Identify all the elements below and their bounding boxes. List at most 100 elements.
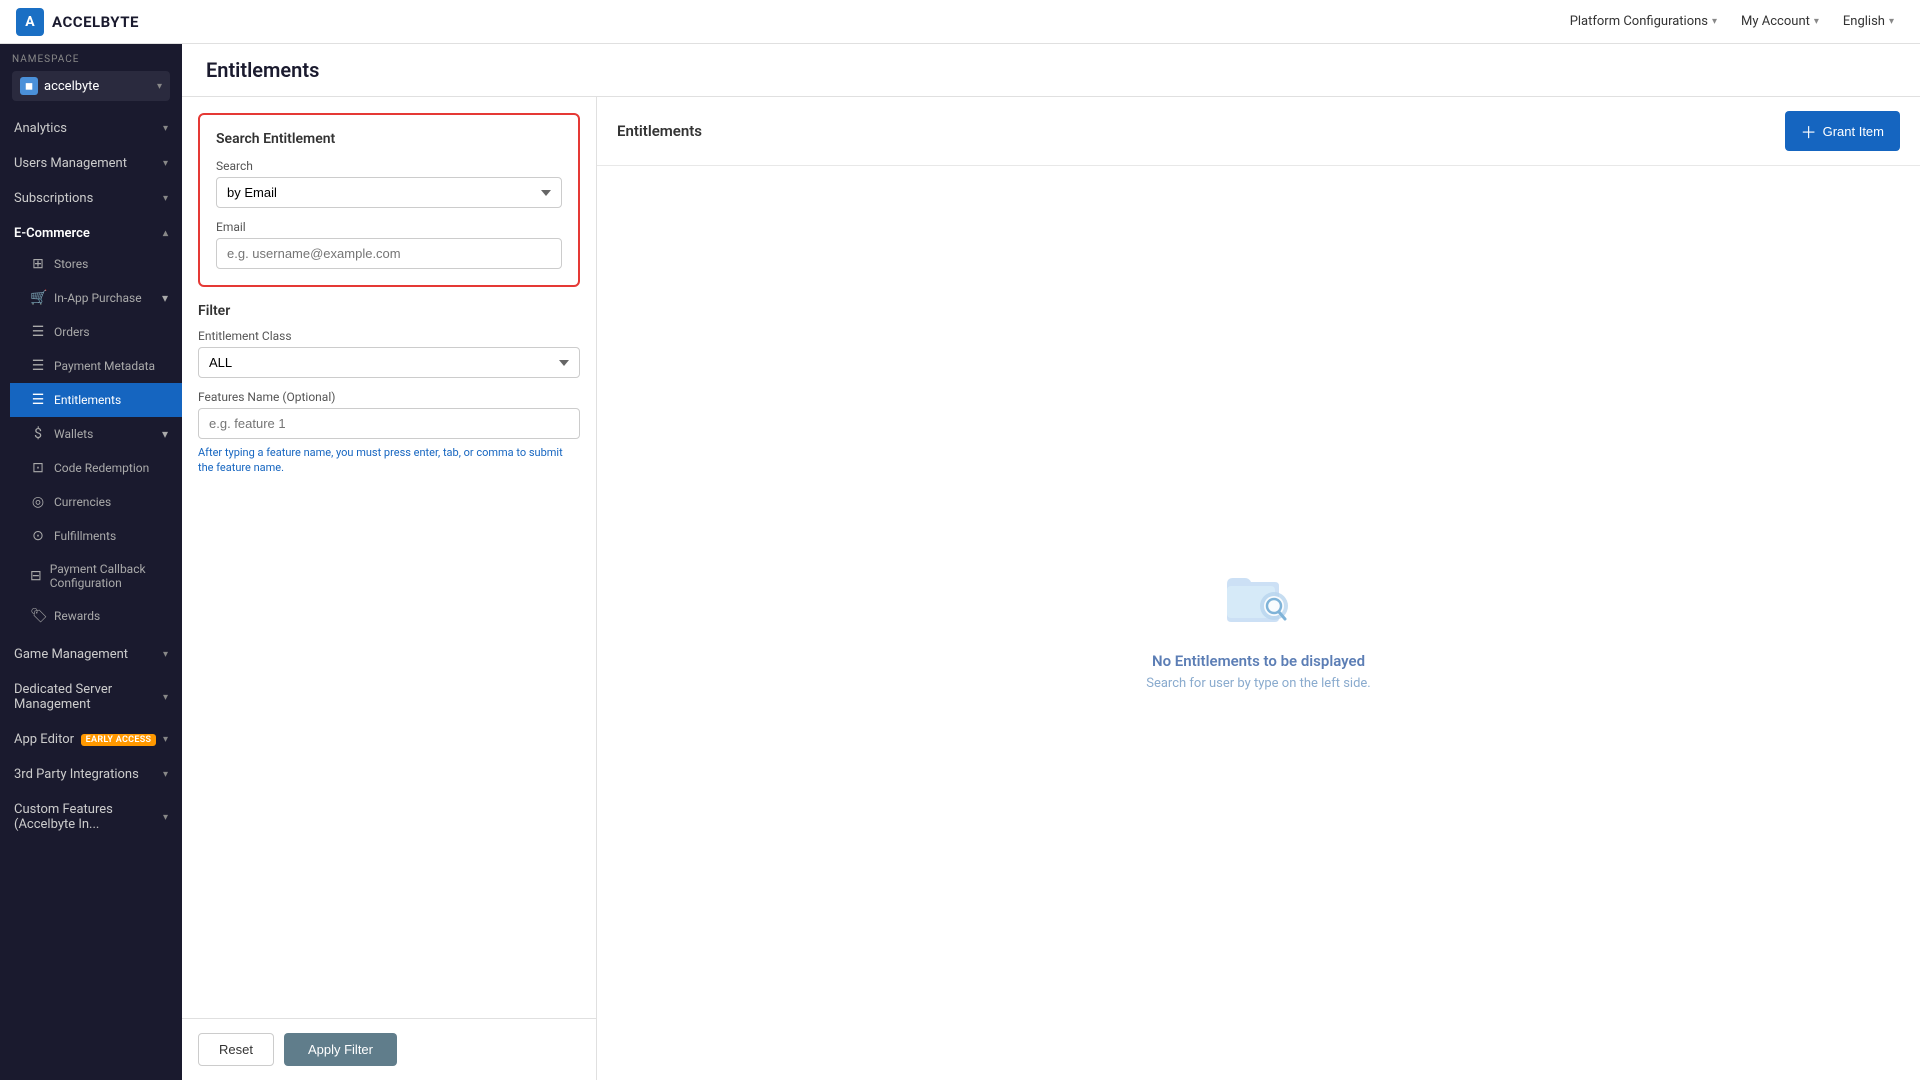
- page-header: Entitlements: [182, 44, 1920, 97]
- sidebar-item-orders[interactable]: ☰ Orders: [10, 315, 182, 349]
- sidebar-item-analytics[interactable]: Analytics ▾: [0, 111, 182, 142]
- features-name-input[interactable]: [198, 408, 580, 439]
- main-layout: NAMESPACE ◼ accelbyte ▾ Analytics ▾ User…: [0, 44, 1920, 1080]
- sidebar-item-code-redemption[interactable]: ⊡ Code Redemption: [10, 451, 182, 485]
- content-body: Search Entitlement Search by Email by Us…: [182, 97, 1920, 1080]
- sidebar-section-subscriptions: Subscriptions ▾: [0, 181, 182, 212]
- empty-state-icon: [1219, 556, 1299, 636]
- logo: A ACCELBYTE: [16, 8, 139, 36]
- reset-button[interactable]: Reset: [198, 1033, 274, 1066]
- namespace-icon: ◼: [20, 77, 38, 95]
- ecommerce-submenu: ⊞ Stores 🛒 In-App Purchase ▾ ☰ Orders ☰ …: [0, 247, 182, 633]
- sidebar-item-wallets[interactable]: $ Wallets ▾: [10, 417, 182, 451]
- sidebar-section-app-editor: App Editor EARLY ACCESS ▾: [0, 722, 182, 753]
- sidebar-section-ecommerce: E-Commerce ▴ ⊞ Stores 🛒 In-App Purchase …: [0, 216, 182, 633]
- email-form-group: Email: [216, 220, 562, 269]
- namespace-selector[interactable]: ◼ accelbyte ▾: [12, 71, 170, 101]
- sidebar-section-analytics: Analytics ▾: [0, 111, 182, 142]
- entitlement-class-group: Entitlement Class ALL APP ENTITLEMENT CO…: [198, 329, 580, 378]
- wallets-chevron-icon: ▾: [162, 427, 168, 441]
- custom-features-chevron-icon: ▾: [163, 812, 168, 823]
- email-input[interactable]: [216, 238, 562, 269]
- platform-config-chevron-icon: ▾: [1712, 16, 1717, 27]
- grant-item-button[interactable]: ＋ Grant Item: [1785, 111, 1900, 151]
- language-dropdown[interactable]: English ▾: [1833, 8, 1904, 35]
- left-panel: Search Entitlement Search by Email by Us…: [182, 97, 597, 1080]
- in-app-purchase-chevron-icon: ▾: [162, 291, 168, 305]
- sidebar-item-ecommerce[interactable]: E-Commerce ▴: [0, 216, 182, 247]
- empty-state-subtitle: Search for user by type on the left side…: [1146, 676, 1370, 691]
- currencies-icon: ◎: [30, 494, 46, 510]
- payment-metadata-icon: ☰: [30, 358, 46, 374]
- right-panel-title: Entitlements: [617, 122, 702, 140]
- sidebar-item-third-party[interactable]: 3rd Party Integrations ▾: [0, 757, 182, 788]
- orders-icon: ☰: [30, 324, 46, 340]
- sidebar-section-custom-features: Custom Features (Accelbyte In... ▾: [0, 792, 182, 838]
- entitlement-class-label: Entitlement Class: [198, 329, 580, 343]
- entitlements-icon: ☰: [30, 392, 46, 408]
- wallets-icon: $: [30, 426, 46, 442]
- right-panel: Entitlements ＋ Grant Item: [597, 97, 1920, 1080]
- sidebar-item-users-management[interactable]: Users Management ▾: [0, 146, 182, 177]
- logo-text: ACCELBYTE: [52, 13, 139, 31]
- dedicated-server-chevron-icon: ▾: [163, 692, 168, 703]
- sidebar-item-in-app-purchase[interactable]: 🛒 In-App Purchase ▾: [10, 281, 182, 315]
- sidebar-item-stores[interactable]: ⊞ Stores: [10, 247, 182, 281]
- sidebar-item-entitlements[interactable]: ☰ Entitlements: [10, 383, 182, 417]
- namespace-section: NAMESPACE ◼ accelbyte ▾: [0, 44, 182, 107]
- language-chevron-icon: ▾: [1889, 16, 1894, 27]
- early-access-badge: EARLY ACCESS: [81, 734, 157, 746]
- features-hint-text: After typing a feature name, you must pr…: [198, 445, 580, 476]
- sidebar-item-dedicated-server[interactable]: Dedicated Server Management ▾: [0, 672, 182, 718]
- in-app-purchase-icon: 🛒: [30, 290, 46, 306]
- search-label: Search: [216, 159, 562, 173]
- third-party-chevron-icon: ▾: [163, 769, 168, 780]
- search-entitlement-title: Search Entitlement: [216, 131, 562, 147]
- search-form-group: Search by Email by User ID by Item ID: [216, 159, 562, 208]
- filter-section: Filter Entitlement Class ALL APP ENTITLE…: [182, 303, 596, 492]
- payment-callback-icon: ⊟: [30, 568, 42, 584]
- bottom-buttons: Reset Apply Filter: [182, 1018, 596, 1080]
- topbar-right: Platform Configurations ▾ My Account ▾ E…: [1560, 8, 1904, 35]
- subscriptions-chevron-icon: ▾: [163, 193, 168, 204]
- topbar: A ACCELBYTE Platform Configurations ▾ My…: [0, 0, 1920, 44]
- app-editor-chevron-icon: ▾: [163, 734, 168, 745]
- fulfillments-icon: ⊙: [30, 528, 46, 544]
- logo-icon: A: [16, 8, 44, 36]
- game-management-chevron-icon: ▾: [163, 649, 168, 660]
- sidebar-item-rewards[interactable]: 🏷 Rewards: [10, 599, 182, 633]
- sidebar-item-custom-features[interactable]: Custom Features (Accelbyte In... ▾: [0, 792, 182, 838]
- code-redemption-icon: ⊡: [30, 460, 46, 476]
- email-label: Email: [216, 220, 562, 234]
- sidebar-section-dedicated-server: Dedicated Server Management ▾: [0, 672, 182, 718]
- sidebar-item-payment-callback[interactable]: ⊟ Payment Callback Configuration: [10, 553, 182, 599]
- my-account-dropdown[interactable]: My Account ▾: [1731, 8, 1829, 35]
- empty-state: No Entitlements to be displayed Search f…: [597, 166, 1920, 1080]
- content-area: Entitlements Search Entitlement Search b…: [182, 44, 1920, 1080]
- sidebar-item-payment-metadata[interactable]: ☰ Payment Metadata: [10, 349, 182, 383]
- namespace-chevron-icon: ▾: [157, 81, 162, 92]
- stores-icon: ⊞: [30, 256, 46, 272]
- my-account-chevron-icon: ▾: [1814, 16, 1819, 27]
- right-panel-header: Entitlements ＋ Grant Item: [597, 97, 1920, 166]
- sidebar-section-game-management: Game Management ▾: [0, 637, 182, 668]
- rewards-icon: 🏷: [30, 608, 46, 624]
- sidebar-item-fulfillments[interactable]: ⊙ Fulfillments: [10, 519, 182, 553]
- sidebar-section-users: Users Management ▾: [0, 146, 182, 177]
- platform-config-dropdown[interactable]: Platform Configurations ▾: [1560, 8, 1727, 35]
- sidebar-item-currencies[interactable]: ◎ Currencies: [10, 485, 182, 519]
- users-chevron-icon: ▾: [163, 158, 168, 169]
- sidebar-item-subscriptions[interactable]: Subscriptions ▾: [0, 181, 182, 212]
- search-select[interactable]: by Email by User ID by Item ID: [216, 177, 562, 208]
- namespace-label: NAMESPACE: [12, 54, 170, 65]
- apply-filter-button[interactable]: Apply Filter: [284, 1033, 397, 1066]
- ecommerce-chevron-icon: ▴: [163, 228, 168, 239]
- sidebar: NAMESPACE ◼ accelbyte ▾ Analytics ▾ User…: [0, 44, 182, 1080]
- sidebar-item-game-management[interactable]: Game Management ▾: [0, 637, 182, 668]
- sidebar-item-app-editor[interactable]: App Editor EARLY ACCESS ▾: [0, 722, 182, 753]
- page-title: Entitlements: [206, 58, 1896, 82]
- analytics-chevron-icon: ▾: [163, 123, 168, 134]
- empty-state-title: No Entitlements to be displayed: [1152, 652, 1365, 670]
- plus-icon: ＋: [1801, 119, 1817, 143]
- entitlement-class-select[interactable]: ALL APP ENTITLEMENT CODE SUBSCRIPTION ME…: [198, 347, 580, 378]
